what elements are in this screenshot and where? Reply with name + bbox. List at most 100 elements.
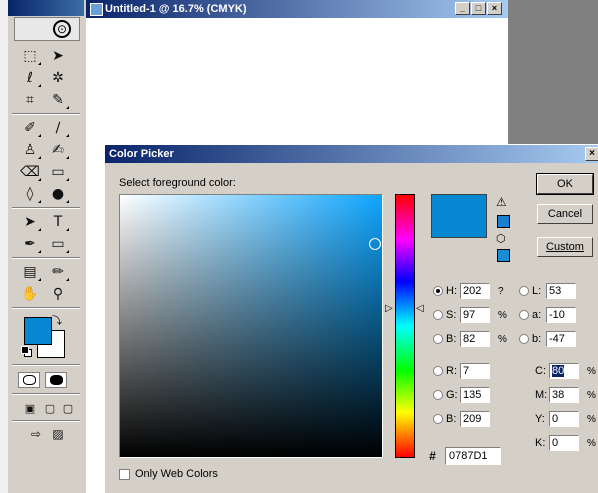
clone-stamp-tool-icon[interactable]: ♙ [18,140,42,160]
move-tool-icon[interactable]: ➤ [46,46,70,66]
cyan-label: C: [535,365,546,377]
minimize-button[interactable]: _ [455,2,470,15]
close-button[interactable]: × [487,2,502,15]
hue-radio[interactable] [433,286,443,296]
cancel-button[interactable]: Cancel [537,204,593,224]
toolbox-divider [12,364,80,366]
lightness-input[interactable]: 53 [546,283,576,299]
jump-to-imageready-icon[interactable]: ⇨ [24,424,48,444]
only-web-colors-option[interactable]: Only Web Colors [119,468,218,480]
black-input[interactable]: 0 [549,435,579,451]
saturation-radio[interactable] [433,310,443,320]
brightness-label: B: [446,333,457,345]
photoshop-logo[interactable]: ⊙ [14,17,80,41]
swap-colors-icon[interactable]: ⤵ [52,312,62,327]
a-input[interactable]: -10 [546,307,576,323]
shape-tool-icon[interactable]: ▭ [46,234,70,254]
black-label: K: [535,437,546,449]
eyedropper-tool-icon[interactable]: ✏ [46,262,70,282]
custom-button[interactable]: Custom [537,237,593,257]
red-radio[interactable] [433,366,443,376]
brightness-input[interactable]: 82 [460,331,490,347]
slice-tool-icon[interactable]: ✎ [46,90,70,110]
a-label: a: [532,309,542,321]
default-colors-icon[interactable] [21,346,29,354]
document-title: Untitled-1 @ 16.7% (CMYK) [105,3,247,15]
b-radio[interactable] [519,334,529,344]
hex-input[interactable]: 0787D1 [445,447,501,465]
web-safe-swatch[interactable] [497,249,510,262]
blue-input[interactable]: 209 [460,411,490,427]
document-icon [90,3,103,16]
color-field-cursor[interactable] [369,238,381,250]
saturation-label: S: [446,309,457,321]
green-input[interactable]: 135 [460,387,490,403]
eraser-tool-icon[interactable]: ⌫ [18,162,42,182]
only-web-colors-checkbox[interactable] [119,468,130,480]
color-preview-swatch [431,194,487,238]
gamut-warning-swatch[interactable] [497,215,510,228]
blur-tool-icon[interactable]: ◊ [18,184,42,204]
magic-wand-tool-icon[interactable]: ✲ [46,68,70,88]
screen-mode-full-icon[interactable]: ▢ [56,398,80,418]
zoom-tool-icon[interactable]: ⚲ [46,284,70,304]
toolbox: ⊙ ⬚ ➤ ℓ ✲ ⌗ ✎ ✐ ∕ ♙ ✍ ⌫ ▭ ◊ ● ➤ T ✒ ▭ ▤ … [0,0,86,493]
cyan-row: C: 80 % [535,362,596,380]
b-input[interactable]: -47 [546,331,576,347]
maximize-button[interactable]: □ [471,2,486,15]
foreground-color-swatch[interactable] [24,317,52,345]
yellow-input[interactable]: 0 [549,411,579,427]
cyan-input[interactable]: 80 [549,363,579,379]
black-row: K: 0 % [535,434,596,452]
red-label: R: [446,365,457,377]
hue-slider[interactable] [395,194,415,458]
toolbox-titlebar[interactable] [8,0,84,16]
red-input[interactable]: 7 [460,363,490,379]
dialog-close-button[interactable]: × [585,147,598,161]
healing-brush-tool-icon[interactable]: ✐ [18,118,42,138]
path-selection-tool-icon[interactable]: ➤ [18,212,42,232]
brush-tool-icon[interactable]: ∕ [46,118,70,138]
yellow-unit: % [587,413,596,425]
saturation-input[interactable]: 97 [460,307,490,323]
hue-slider-right-arrow-icon[interactable]: ◁ [416,303,424,314]
dialog-titlebar[interactable]: Color Picker × [105,145,598,163]
quick-mask-mode-button[interactable] [45,372,67,388]
b-label: b: [532,333,542,345]
warning-triangle-icon[interactable]: ⚠ [496,195,507,209]
marquee-tool-icon[interactable]: ⬚ [18,46,42,66]
document-titlebar[interactable]: Untitled-1 @ 16.7% (CMYK) _ □ × [86,0,508,18]
color-picker-dialog: Color Picker × Select foreground color: … [104,144,598,493]
toolbox-divider [12,393,80,395]
gradient-tool-icon[interactable]: ▭ [46,162,70,182]
green-radio[interactable] [433,390,443,400]
hue-slider-left-arrow-icon[interactable]: ▷ [385,303,393,314]
brightness-radio[interactable] [433,334,443,344]
notes-tool-icon[interactable]: ▤ [18,262,42,282]
hue-input[interactable]: 202 [460,283,490,299]
lightness-radio[interactable] [519,286,529,296]
cube-icon[interactable]: ⬡ [496,232,506,245]
b-row: b: -47 [519,330,576,348]
magenta-input[interactable]: 38 [549,387,579,403]
crop-tool-icon[interactable]: ⌗ [18,90,42,110]
imageready-icon[interactable]: ▨ [46,424,70,444]
hand-tool-icon[interactable]: ✋ [18,284,42,304]
a-radio[interactable] [519,310,529,320]
hue-unit: ? [498,285,504,297]
toolbox-divider [12,307,80,309]
pen-tool-icon[interactable]: ✒ [18,234,42,254]
color-field[interactable] [119,194,383,458]
history-brush-tool-icon[interactable]: ✍ [46,140,70,160]
black-unit: % [587,437,596,449]
blue-radio[interactable] [433,414,443,424]
hex-hash-label: # [429,449,436,463]
red-row: R: 7 [433,362,490,380]
lasso-tool-icon[interactable]: ℓ [18,68,42,88]
green-label: G: [446,389,458,401]
type-tool-icon[interactable]: T [46,212,70,232]
dodge-tool-icon[interactable]: ● [46,184,70,204]
ok-button[interactable]: OK [536,173,594,195]
standard-mode-button[interactable] [18,372,40,388]
saturation-row: S: 97 % [433,306,507,324]
